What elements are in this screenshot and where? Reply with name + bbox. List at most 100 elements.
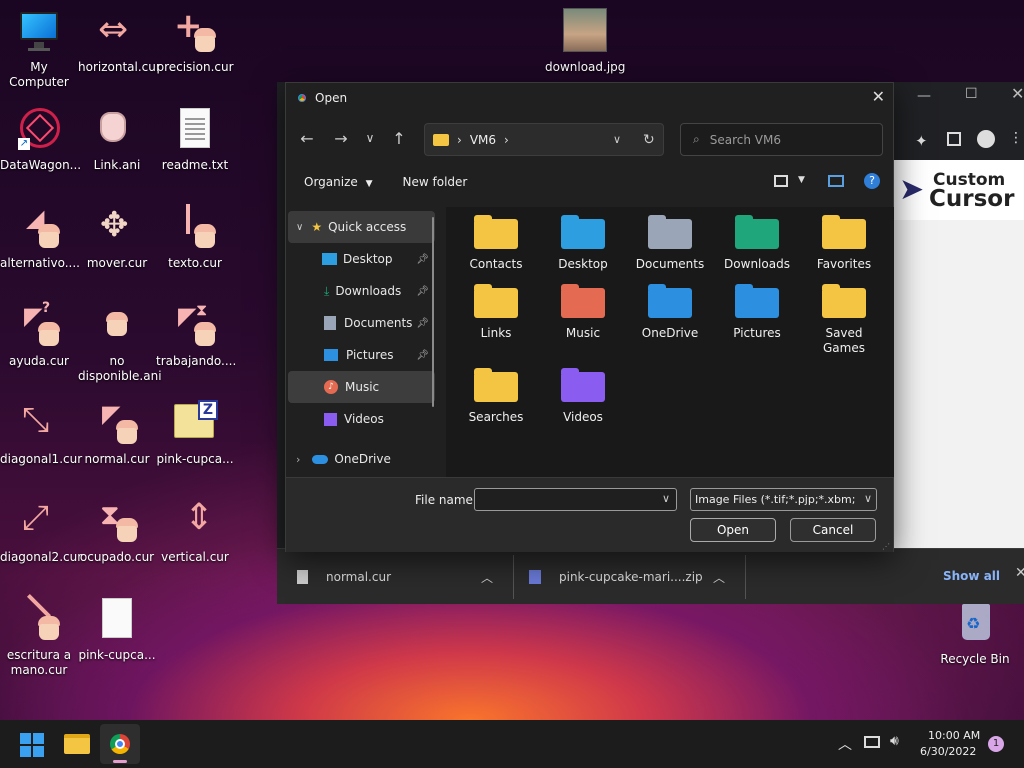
desktop-icon-ayuda[interactable]: ◤ ? ayuda.cur [0, 300, 78, 369]
desktop-icon-diagonal1[interactable]: ⤡ diagonal1.cur [0, 400, 83, 467]
desktop-icon-alternativo[interactable]: ◢ alternativo.... [0, 204, 80, 271]
chevron-down-icon[interactable]: ∨ [662, 492, 670, 505]
resize-grip-icon[interactable]: ⋰ [882, 542, 890, 551]
more-menu-icon[interactable]: ⋮ [1009, 130, 1023, 146]
breadcrumb-separator-icon: › [504, 132, 509, 147]
nav-item-label: Pictures [346, 348, 394, 362]
file-explorer-button[interactable] [64, 734, 90, 754]
file-type-filter[interactable]: Image Files (*.tif;*.pjp;*.xbm;*.jxl ∨ [690, 488, 877, 511]
desktop-icon-vertical[interactable]: ⇕ vertical.cur [156, 498, 234, 565]
chevron-up-icon[interactable]: ︿ [481, 569, 493, 586]
new-folder-button[interactable]: New folder [403, 175, 468, 189]
chevron-down-icon[interactable]: ∨ [861, 492, 872, 505]
view-options-icon[interactable] [774, 175, 788, 187]
network-icon[interactable] [864, 736, 880, 748]
file-item[interactable]: Videos [543, 368, 623, 425]
chevron-down-icon[interactable]: ∨ [296, 222, 303, 233]
refresh-icon[interactable]: ↻ [643, 132, 655, 148]
open-button[interactable]: Open [690, 518, 776, 542]
preview-pane-icon[interactable] [828, 175, 844, 187]
desktop-icon-label: diagonal1.cur [0, 452, 83, 466]
minimize-icon[interactable]: — [917, 88, 931, 104]
volume-icon[interactable]: 🔊︎ [890, 733, 899, 749]
profile-icon[interactable] [977, 130, 995, 148]
cancel-button[interactable]: Cancel [790, 518, 876, 542]
pin-icon: 📌︎ [416, 349, 429, 361]
nav-item-onedrive[interactable]: › OneDrive [286, 443, 443, 475]
desktop-icon-no-disponible[interactable]: no disponible.ani [78, 302, 162, 384]
file-item[interactable]: Searches [456, 368, 536, 425]
dialog-footer: File name: ∨ Image Files (*.tif;*.pjp;*.… [286, 477, 893, 552]
extensions-icon[interactable]: ✦ [915, 132, 928, 150]
download-item[interactable]: normal.cur ︿ [297, 561, 503, 593]
desktop-icon-pink-cupcake-file[interactable]: pink-cupca... [78, 596, 156, 663]
file-item[interactable]: Desktop [543, 215, 623, 272]
breadcrumb[interactable]: VM6 [470, 133, 496, 147]
desktop-icon-texto[interactable]: texto.cur [156, 204, 234, 271]
side-panel-icon[interactable] [947, 132, 961, 146]
up-arrow-icon[interactable]: ↑ [382, 129, 416, 148]
close-icon[interactable]: ✕ [1011, 84, 1024, 103]
help-icon[interactable]: ? [864, 173, 880, 189]
chevron-up-icon[interactable]: ︿ [713, 569, 725, 586]
nav-item-videos[interactable]: Videos [286, 403, 443, 435]
desktop-icon-diagonal2[interactable]: ⤢ diagonal2.cur [0, 498, 82, 565]
file-item[interactable]: Downloads [717, 215, 797, 272]
dialog-title: Open [315, 91, 348, 105]
close-download-bar-icon[interactable]: ✕ [1015, 565, 1024, 581]
nav-item-quick-access[interactable]: ∨ ★ Quick access [288, 211, 435, 243]
nav-item-documents[interactable]: Documents 📌︎ [286, 307, 443, 339]
desktop-icon-recycle-bin[interactable]: ♻ Recycle Bin [936, 600, 1014, 667]
notification-badge[interactable]: 1 [988, 736, 1004, 752]
maximize-icon[interactable]: ☐ [965, 86, 978, 102]
desktop-icon-ocupado[interactable]: ⧗ ocupado.cur [78, 498, 156, 565]
file-item[interactable]: Music [543, 284, 623, 341]
close-icon[interactable]: ✕ [872, 87, 885, 106]
desktop-icon-link[interactable]: Link.ani [78, 106, 156, 173]
chevron-up-icon[interactable]: ︿ [838, 734, 852, 754]
file-item[interactable]: OneDrive [630, 284, 710, 341]
desktop-icon-download-jpg[interactable]: download.jpg [545, 8, 625, 75]
file-item[interactable]: Links [456, 284, 536, 341]
desktop-icon-label: readme.txt [161, 158, 229, 172]
back-arrow-icon[interactable]: ← [290, 129, 324, 148]
search-input[interactable]: Search VM6 [710, 133, 781, 147]
chrome-taskbar-button[interactable] [100, 724, 140, 764]
desktop-icon-normal[interactable]: ◤ normal.cur [78, 400, 156, 467]
file-item[interactable]: Pictures [717, 284, 797, 341]
nav-item-pictures[interactable]: Pictures 📌︎ [286, 339, 443, 371]
chevron-down-icon[interactable]: ▼ [798, 175, 805, 185]
clock-date[interactable]: 6/30/2022 [920, 745, 976, 758]
start-button[interactable] [20, 733, 44, 757]
download-item[interactable]: pink-cupcake-mari....zip ︿ [529, 561, 735, 593]
desktop-icon-mover[interactable]: ✥ mover.cur [78, 204, 156, 271]
forward-arrow-icon[interactable]: → [324, 129, 358, 148]
nav-item-desktop[interactable]: Desktop 📌︎ [286, 243, 443, 275]
clock-time[interactable]: 10:00 AM [928, 729, 980, 742]
desktop-icon-my-computer[interactable]: My Computer [0, 8, 78, 90]
desktop-icon-horizontal[interactable]: ⇔ horizontal.cur [78, 8, 161, 75]
file-name-field[interactable]: ∨ [474, 488, 677, 511]
desktop-icon-escritura[interactable]: escritura a mano.cur [0, 593, 78, 678]
file-item[interactable]: Contacts [456, 215, 536, 272]
address-dropdown-icon[interactable]: ∨ [613, 133, 621, 146]
nav-item-downloads[interactable]: ⤓ Downloads 📌︎ [286, 275, 443, 307]
pictures-folder-icon [735, 284, 779, 318]
search-box[interactable]: ⌕ Search VM6 [680, 123, 883, 156]
organize-button[interactable]: Organize ▼ [304, 175, 373, 189]
desktop-icon-readme[interactable]: readme.txt [156, 106, 234, 173]
file-item[interactable]: Documents [630, 215, 710, 272]
text-file-icon [172, 106, 218, 152]
desktop-icon-datawagon[interactable]: ↗ DataWagon... [0, 106, 81, 173]
desktop-icon-pink-cupcake-zip[interactable]: Z pink-cupca... [156, 400, 234, 467]
desktop-icon-precision[interactable]: + precision.cur [156, 6, 234, 75]
file-item[interactable]: Saved Games [804, 284, 884, 356]
nav-item-music[interactable]: ♪ Music [288, 371, 435, 403]
address-bar[interactable]: › VM6 › ∨ ↻ [424, 123, 664, 156]
recent-locations-chevron-icon[interactable]: ∨ [358, 131, 382, 145]
desktop-icon-trabajando[interactable]: ◤ ⧗ trabajando.... [156, 300, 236, 369]
file-item[interactable]: Favorites [804, 215, 884, 272]
scrollbar[interactable] [432, 217, 434, 407]
show-all-link[interactable]: Show all [943, 569, 1000, 583]
chevron-right-icon[interactable]: › [296, 453, 300, 466]
